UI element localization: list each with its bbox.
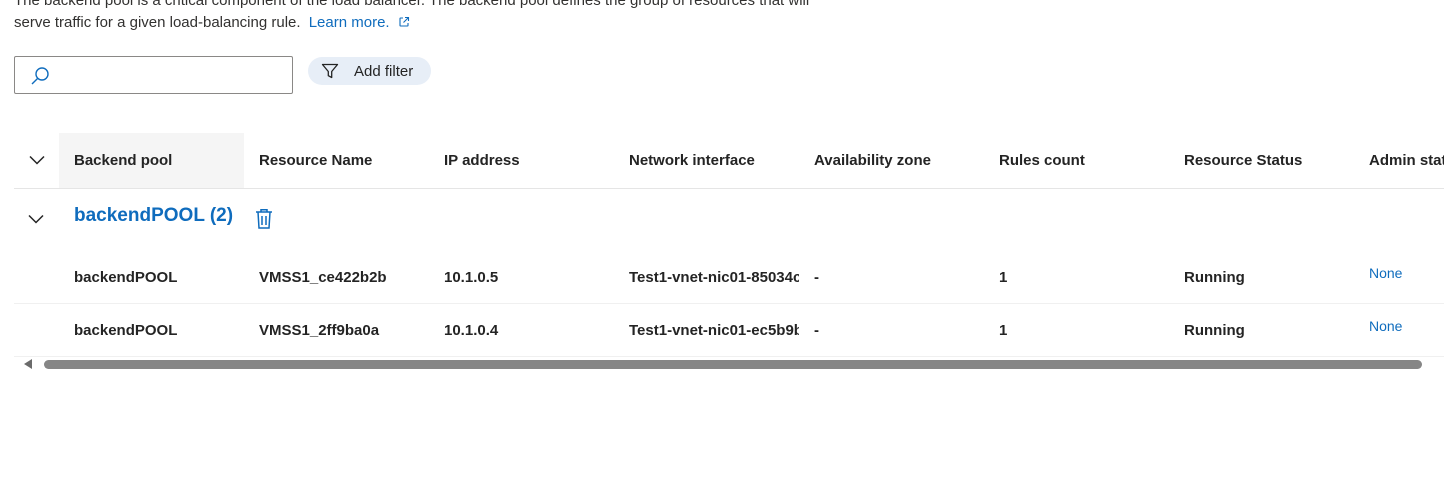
table-row[interactable]: backendPOOL VMSS1_2ff9ba0a 10.1.0.4 Test… [14, 304, 1444, 357]
cell-backend-pool: backendPOOL [74, 321, 178, 339]
search-input[interactable] [59, 63, 289, 89]
backend-pool-table: Backend pool Resource Name IP address Ne… [14, 133, 1444, 357]
column-header-resource-status[interactable]: Resource Status [1184, 133, 1359, 188]
trash-icon[interactable] [254, 207, 274, 236]
funnel-icon [320, 61, 340, 81]
column-header-availability-zone[interactable]: Availability zone [814, 133, 989, 188]
group-name-link[interactable]: backendPOOL (2) [74, 205, 233, 227]
chevron-down-icon [29, 152, 45, 169]
cell-availability-zone: - [814, 321, 819, 339]
column-header-backend-pool[interactable]: Backend pool [59, 133, 244, 188]
cell-rules-count: 1 [999, 321, 1008, 339]
cell-resource-name: VMSS1_2ff9ba0a [259, 321, 380, 339]
table-header: Backend pool Resource Name IP address Ne… [14, 133, 1444, 189]
cell-network-interface: Test1-vnet-nic01-ec5b9b [629, 321, 799, 339]
external-link-icon [398, 13, 410, 35]
cell-network-interface: Test1-vnet-nic01-85034c [629, 268, 799, 286]
cell-rules-count: 1 [999, 268, 1008, 286]
backend-pools-page: The backend pool is a critical component… [0, 0, 1444, 488]
cell-resource-status: Running [1184, 321, 1245, 339]
table-row[interactable]: backendPOOL VMSS1_ce422b2b 10.1.0.5 Test… [14, 251, 1444, 304]
learn-more-link[interactable]: Learn more. [309, 14, 390, 31]
description-line-2: serve traffic for a given load-balancing… [14, 12, 914, 35]
column-header-admin-state[interactable]: Admin state [1369, 133, 1444, 188]
cell-backend-pool: backendPOOL [74, 268, 178, 286]
add-filter-label: Add filter [354, 62, 414, 80]
collapse-all-button[interactable] [14, 133, 60, 188]
column-header-ip-address[interactable]: IP address [444, 133, 614, 188]
search-icon [29, 65, 51, 92]
search-box[interactable] [14, 56, 293, 94]
cell-admin-state-link[interactable]: None [1369, 265, 1402, 281]
cell-admin-state-link[interactable]: None [1369, 318, 1402, 334]
chevron-down-icon[interactable] [28, 211, 44, 229]
cell-resource-name: VMSS1_ce422b2b [259, 268, 387, 286]
cell-ip-address: 10.1.0.4 [444, 321, 499, 339]
cell-ip-address: 10.1.0.5 [444, 268, 499, 286]
scrollbar-thumb[interactable] [44, 360, 1422, 369]
group-header: backendPOOL (2) [14, 189, 1444, 251]
description-line-1: The backend pool is a critical component… [14, 0, 810, 9]
horizontal-scrollbar[interactable] [14, 356, 1444, 372]
column-header-rules-count[interactable]: Rules count [999, 133, 1169, 188]
cell-resource-status: Running [1184, 268, 1245, 286]
description-text: serve traffic for a given load-balancing… [14, 14, 301, 31]
description: The backend pool is a critical component… [14, 0, 914, 35]
scroll-left-arrow-icon[interactable] [24, 359, 32, 369]
column-header-network-interface[interactable]: Network interface [629, 133, 804, 188]
column-header-resource-name[interactable]: Resource Name [259, 133, 429, 188]
add-filter-button[interactable]: Add filter [308, 57, 431, 85]
cell-availability-zone: - [814, 268, 819, 286]
